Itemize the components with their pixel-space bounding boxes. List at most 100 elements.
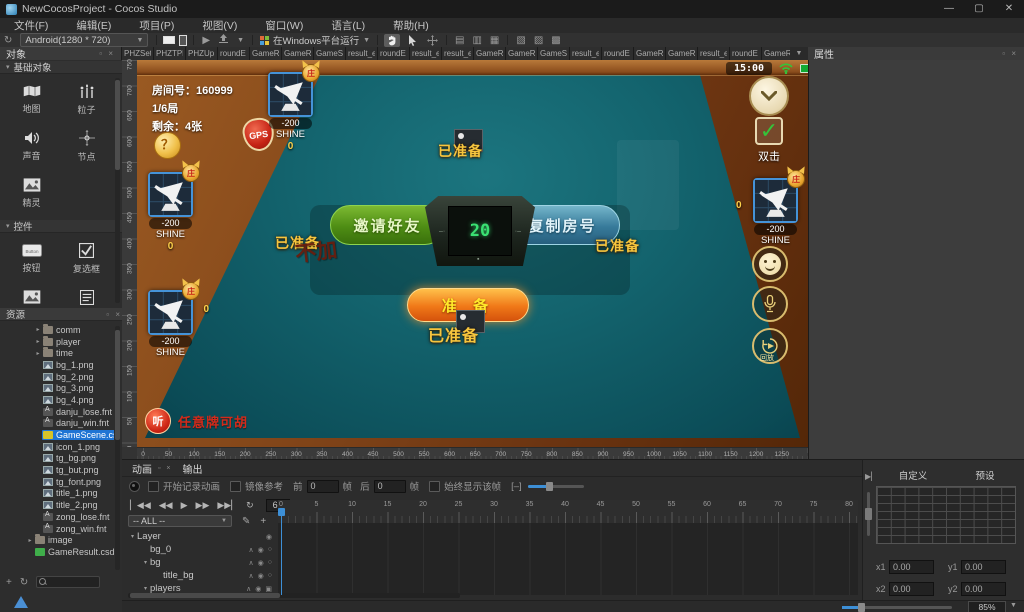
- resource-item[interactable]: icon_1.png: [0, 441, 114, 453]
- collapse-menu-button[interactable]: [749, 76, 789, 116]
- play-icon[interactable]: ▶: [181, 500, 188, 511]
- visibility-eye-icon[interactable]: ◉: [266, 533, 272, 541]
- panel-window-icons[interactable]: ▫ ×: [158, 465, 173, 472]
- editor-tab[interactable]: GameR: [250, 47, 282, 60]
- microphone-button[interactable]: [752, 286, 788, 322]
- play-icon[interactable]: ▶: [202, 34, 210, 47]
- editor-tab[interactable]: PHZUp: [186, 47, 218, 60]
- palette-item-particle[interactable]: 粒子: [59, 76, 114, 123]
- expand-arrow-icon[interactable]: ▸: [34, 326, 42, 333]
- maximize-button[interactable]: ▢: [964, 0, 994, 18]
- menu-item-1[interactable]: 编辑(E): [62, 18, 125, 33]
- onion-skin-icon[interactable]: [–]: [511, 481, 522, 492]
- curve-grid[interactable]: [876, 486, 1016, 544]
- timeline-playhead[interactable]: [281, 508, 282, 595]
- expand-arrow-icon[interactable]: ▸: [34, 338, 42, 345]
- resource-item[interactable]: GameScene.csd: [0, 429, 114, 441]
- palette-item-sprite[interactable]: 精灵: [4, 170, 59, 217]
- editor-tab[interactable]: result_e: [410, 47, 442, 60]
- palette-item-sound[interactable]: 声音: [4, 123, 59, 170]
- resource-item[interactable]: ▸time: [0, 347, 114, 359]
- panel-window-icons[interactable]: ▫ ×: [106, 310, 122, 319]
- device-select[interactable]: Android(1280 * 720) ▼: [20, 33, 148, 47]
- editor-tab[interactable]: result_e: [570, 47, 602, 60]
- always-show-checkbox[interactable]: [429, 481, 440, 492]
- add-resource-icon[interactable]: +: [6, 577, 12, 588]
- portrait-icon[interactable]: [179, 35, 187, 46]
- timeline-grid[interactable]: [278, 523, 858, 595]
- player-seat[interactable]: 庄 -200 SHINE 0: [753, 178, 798, 247]
- panel-window-icons[interactable]: ▫ ×: [99, 49, 115, 58]
- move-tool-icon[interactable]: [424, 34, 440, 47]
- after-frames-input[interactable]: 0: [374, 480, 406, 493]
- palette-item-image[interactable]: 图片: [4, 282, 59, 329]
- panel-collapse-icon[interactable]: ▶▏: [865, 472, 877, 481]
- layer-row[interactable]: title_bg∧◉○: [124, 569, 276, 582]
- editor-tab[interactable]: GameR: [634, 47, 666, 60]
- game-scene-canvas[interactable]: 15:00 房间号：160999 1/6局 剩余：4张 ？ GPS 邀请好友 复…: [137, 60, 808, 447]
- layer-row[interactable]: ▾bg∧◉○: [124, 556, 276, 569]
- flip-vertical-icon[interactable]: ▨: [534, 34, 543, 47]
- mirror-checkbox[interactable]: [230, 481, 241, 492]
- expand-arrow-icon[interactable]: ▸: [34, 350, 42, 357]
- resource-item[interactable]: ▸image: [0, 534, 114, 546]
- resource-item[interactable]: title_2.png: [0, 499, 114, 511]
- resource-item[interactable]: bg_4.png: [0, 394, 114, 406]
- double-click-checkbox[interactable]: ✓: [755, 117, 783, 145]
- layer-tree-scrollbar[interactable]: [128, 593, 460, 598]
- editor-tab[interactable]: GameR: [506, 47, 538, 60]
- expand-arrow-icon[interactable]: ▸: [26, 537, 34, 544]
- solo-circle-icon[interactable]: ○: [268, 546, 272, 554]
- resource-item[interactable]: tg_but.png: [0, 464, 114, 476]
- publish-icon[interactable]: [218, 33, 229, 48]
- last-frame-icon[interactable]: ▶▶▏: [217, 500, 238, 511]
- resource-item[interactable]: tg_bg.png: [0, 453, 114, 465]
- hand-tool-icon[interactable]: [384, 34, 400, 47]
- resource-search-input[interactable]: [36, 576, 100, 588]
- expand-arrow-icon[interactable]: ▾: [141, 585, 150, 592]
- resource-item[interactable]: ▸comm: [0, 324, 114, 336]
- loop-icon[interactable]: ↻: [246, 500, 254, 511]
- move-up-icon[interactable]: ∧: [249, 572, 254, 580]
- run-platform-button[interactable]: 在Windows平台运行 ▼: [260, 33, 370, 47]
- preview-icon[interactable]: ▦: [490, 34, 499, 47]
- landscape-icon[interactable]: [163, 36, 175, 44]
- resource-item[interactable]: bg_1.png: [0, 359, 114, 371]
- emoji-button[interactable]: [752, 246, 788, 282]
- warning-icon[interactable]: [14, 596, 28, 608]
- editor-tab[interactable]: roundE: [602, 47, 634, 60]
- x1-input[interactable]: 0.00: [889, 560, 934, 574]
- y1-input[interactable]: 0.00: [961, 560, 1006, 574]
- first-frame-icon[interactable]: ▏◀◀: [130, 500, 151, 511]
- player-seat[interactable]: 庄 -200 SHINE 0: [148, 172, 193, 252]
- palette-item-node[interactable]: 节点: [59, 123, 114, 170]
- zoom-level-value[interactable]: 85%: [968, 601, 1006, 612]
- palette-item-map[interactable]: 地图: [4, 76, 59, 123]
- visibility-eye-icon[interactable]: ◉: [258, 559, 264, 567]
- close-button[interactable]: ✕: [994, 0, 1024, 18]
- move-up-icon[interactable]: ∧: [246, 585, 251, 593]
- resources-scrollbar[interactable]: [115, 326, 120, 570]
- canvas-zoom-slider[interactable]: [842, 606, 952, 609]
- menu-item-5[interactable]: 语言(L): [317, 18, 379, 33]
- editor-tab[interactable]: GameR: [666, 47, 698, 60]
- section-basic-objects[interactable]: ▾ 基础对象: [0, 61, 122, 74]
- record-icon[interactable]: [129, 481, 140, 492]
- refresh-icon[interactable]: ↻: [4, 34, 12, 47]
- refresh-resources-icon[interactable]: ↻: [20, 577, 28, 588]
- minimize-button[interactable]: —: [934, 0, 964, 18]
- expand-arrow-icon[interactable]: ▾: [141, 559, 150, 566]
- menu-item-3[interactable]: 视图(V): [188, 18, 251, 33]
- expand-arrow-icon[interactable]: ▾: [128, 533, 137, 540]
- record-checkbox[interactable]: [148, 481, 159, 492]
- objects-scrollbar[interactable]: [115, 78, 120, 303]
- animation-clip-select[interactable]: -- ALL -- ▼: [128, 515, 232, 527]
- player-seat[interactable]: 庄 -200 SHINE 0: [148, 290, 193, 359]
- lock-icon[interactable]: ▣: [265, 585, 272, 593]
- tab-custom[interactable]: 自定义: [877, 468, 949, 482]
- layer-row[interactable]: ▾Layer◉: [124, 530, 276, 543]
- resource-item[interactable]: danju_lose.fnt: [0, 406, 114, 418]
- capture-icon[interactable]: ▥: [472, 34, 481, 47]
- move-up-icon[interactable]: ∧: [249, 559, 254, 567]
- help-coin-button[interactable]: ？: [154, 132, 181, 159]
